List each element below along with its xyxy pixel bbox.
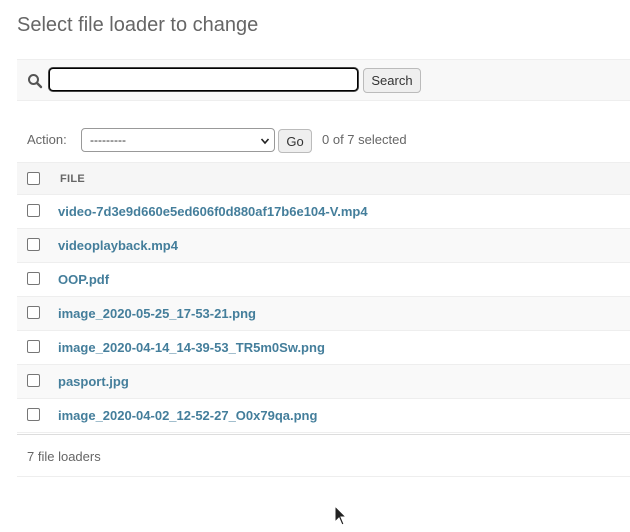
paginator: 7 file loaders: [17, 434, 630, 477]
row-checkbox[interactable]: [27, 340, 40, 353]
chevron-down-icon: [260, 135, 270, 145]
page-title: Select file loader to change: [17, 14, 259, 36]
actions-bar: Action: --------- Go 0 of 7 selected: [17, 124, 630, 156]
row-checkbox[interactable]: [27, 306, 40, 319]
mouse-cursor-icon: [334, 504, 348, 527]
row-checkbox[interactable]: [27, 204, 40, 217]
column-header-file[interactable]: FILE: [60, 173, 85, 185]
search-toolbar: Search: [17, 59, 630, 101]
search-button[interactable]: Search: [363, 68, 421, 93]
row-checkbox[interactable]: [27, 272, 40, 285]
results-table: FILE video-7d3e9d660e5ed606f0d880af17b6e…: [17, 162, 630, 433]
table-row: OOP.pdf: [17, 263, 630, 297]
row-checkbox[interactable]: [27, 238, 40, 251]
table-row: image_2020-04-02_12-52-27_O0x79qa.png: [17, 399, 630, 433]
row-checkbox[interactable]: [27, 408, 40, 421]
result-count: 7 file loaders: [27, 449, 101, 464]
table-row: pasport.jpg: [17, 365, 630, 399]
change-list-page: Select file loader to change Search Acti…: [0, 0, 630, 532]
table-header-row: FILE: [17, 162, 630, 195]
search-icon: [27, 73, 43, 89]
file-link[interactable]: pasport.jpg: [58, 374, 129, 389]
file-link[interactable]: image_2020-04-14_14-39-53_TR5m0Sw.png: [58, 340, 325, 355]
action-select[interactable]: ---------: [81, 128, 275, 152]
table-row: image_2020-04-14_14-39-53_TR5m0Sw.png: [17, 331, 630, 365]
table-row: video-7d3e9d660e5ed606f0d880af17b6e104-V…: [17, 195, 630, 229]
select-all-checkbox[interactable]: [27, 172, 40, 185]
action-select-value: ---------: [90, 133, 126, 147]
table-row: videoplayback.mp4: [17, 229, 630, 263]
search-input[interactable]: [49, 68, 358, 91]
action-label: Action:: [27, 132, 67, 147]
file-link[interactable]: OOP.pdf: [58, 272, 109, 287]
row-checkbox[interactable]: [27, 374, 40, 387]
file-link[interactable]: videoplayback.mp4: [58, 238, 178, 253]
file-link[interactable]: image_2020-05-25_17-53-21.png: [58, 306, 256, 321]
selected-count: 0 of 7 selected: [322, 132, 407, 147]
table-row: image_2020-05-25_17-53-21.png: [17, 297, 630, 331]
file-link[interactable]: video-7d3e9d660e5ed606f0d880af17b6e104-V…: [58, 204, 368, 219]
go-button[interactable]: Go: [278, 129, 312, 153]
file-link[interactable]: image_2020-04-02_12-52-27_O0x79qa.png: [58, 408, 317, 423]
